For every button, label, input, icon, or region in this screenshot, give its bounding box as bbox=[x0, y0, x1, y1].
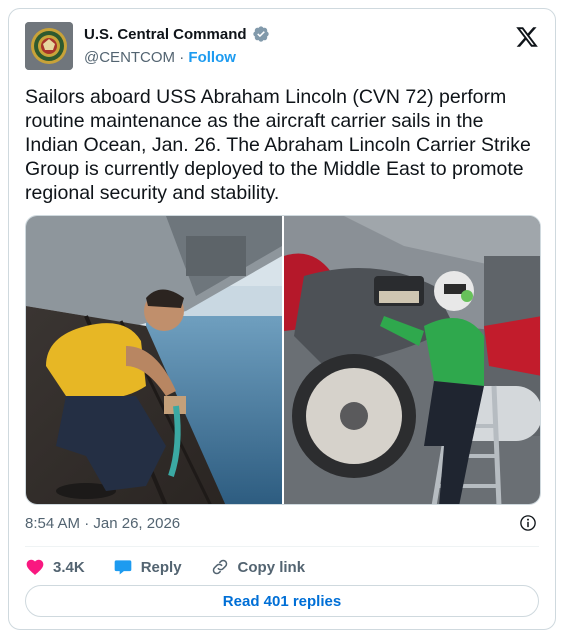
read-replies-button[interactable]: Read 401 replies bbox=[25, 585, 539, 617]
info-icon[interactable] bbox=[519, 514, 537, 532]
copy-link-button[interactable]: Copy link bbox=[210, 557, 306, 577]
author-handle-row: @CENTCOM · Follow bbox=[84, 49, 236, 66]
author-name[interactable]: U.S. Central Command bbox=[84, 26, 247, 43]
author-name-row: U.S. Central Command bbox=[84, 25, 270, 43]
link-icon bbox=[212, 559, 227, 575]
x-logo-icon[interactable] bbox=[515, 25, 539, 49]
post-timestamp[interactable]: 8:54 AM · Jan 26, 2026 bbox=[25, 515, 180, 532]
copy-link-label: Copy link bbox=[237, 558, 306, 576]
action-bar: 3.4K Reply Copy link bbox=[25, 557, 333, 577]
photo-sailor-yellow-vest[interactable] bbox=[26, 216, 282, 505]
meta-separator: · bbox=[84, 515, 94, 532]
centcom-seal-icon bbox=[25, 22, 73, 70]
photo-sailor-green-shirt[interactable] bbox=[284, 216, 541, 505]
like-button[interactable]: 3.4K bbox=[25, 557, 85, 577]
reply-bubble-icon bbox=[114, 560, 132, 575]
like-count: 3.4K bbox=[53, 558, 85, 576]
post-date: Jan 26, 2026 bbox=[93, 515, 181, 532]
separator: · bbox=[179, 49, 185, 66]
heart-icon bbox=[26, 559, 44, 575]
tweet-card: U.S. Central Command @CENTCOM · Follow S… bbox=[8, 8, 556, 630]
follow-button[interactable]: Follow bbox=[188, 49, 236, 66]
author-handle[interactable]: @CENTCOM bbox=[84, 49, 175, 66]
verified-badge-icon bbox=[252, 26, 269, 42]
avatar[interactable] bbox=[25, 22, 73, 70]
post-text: Sailors aboard USS Abraham Lincoln (CVN … bbox=[25, 86, 531, 204]
media-grid[interactable] bbox=[25, 215, 541, 505]
divider bbox=[25, 546, 539, 547]
post-time: 8:54 AM bbox=[25, 515, 81, 532]
reply-label: Reply bbox=[140, 558, 182, 576]
reply-button[interactable]: Reply bbox=[113, 557, 182, 577]
